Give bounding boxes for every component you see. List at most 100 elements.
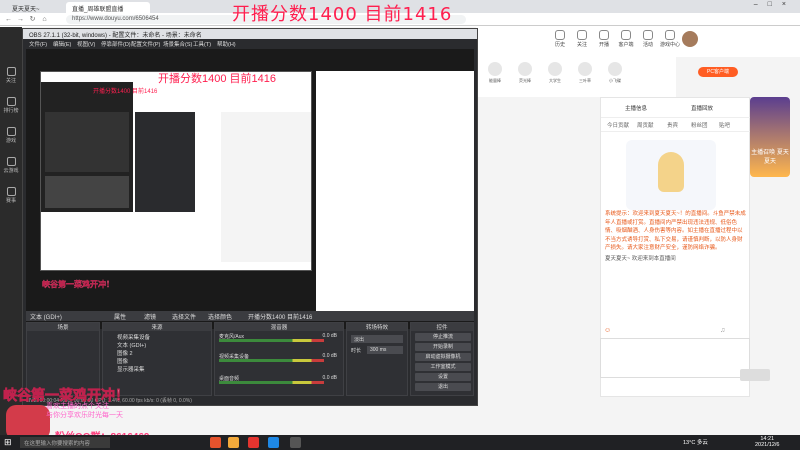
chat-toolbar: ☺ ♫ — [600, 327, 750, 337]
history-button[interactable]: 历史 — [550, 30, 570, 48]
volume-meter[interactable] — [219, 381, 324, 384]
pc-client-button[interactable]: PC客户端 — [698, 67, 738, 77]
virtual-cam-button[interactable]: 启动虚拟摄像机 — [415, 353, 471, 361]
gift-item[interactable]: 小飞碟 — [600, 62, 630, 84]
windows-start-icon[interactable]: ⊞ — [4, 437, 15, 448]
source-item[interactable]: 文本 (GDI+) — [117, 341, 146, 349]
stop-stream-button[interactable]: 停止推流 — [415, 333, 471, 341]
game-center-button[interactable]: 游戏中心 — [660, 30, 680, 48]
sources-header: 来源 — [103, 323, 211, 331]
select-color-button[interactable]: 选择颜色 — [208, 312, 232, 321]
clock[interactable]: 14:21 2021/12/6 — [755, 436, 779, 448]
gift-item[interactable]: 荧光棒 — [510, 62, 540, 84]
volume-meter[interactable] — [219, 339, 324, 342]
nested-preview-inner — [41, 82, 133, 212]
tab-today[interactable]: 今日贡献 — [607, 121, 629, 129]
mascot-figure — [658, 152, 684, 192]
clock-date: 2021/12/6 — [755, 442, 780, 448]
mic-icon[interactable]: ♫ — [720, 327, 725, 334]
home-icon[interactable]: ⌂ — [40, 15, 49, 24]
menu-edit[interactable]: 编辑(E) — [53, 40, 71, 48]
douyu-header: 历史 关注 开播 客户端 活动 游戏中心 — [476, 27, 800, 57]
app-icon[interactable] — [210, 437, 221, 448]
tab-2[interactable]: 直播_周雄联盟直播 — [66, 2, 150, 13]
mixer-header: 混音器 — [215, 323, 343, 331]
avatar[interactable] — [682, 31, 698, 47]
start-record-button[interactable]: 开始录制 — [415, 343, 471, 351]
tab-fans[interactable]: 粉丝团 — [691, 121, 708, 129]
tab-vip[interactable]: 贵宾 — [667, 121, 678, 129]
forward-icon[interactable]: → — [16, 15, 25, 24]
left-nav-follow[interactable]: 关注 — [2, 67, 20, 84]
transitions-header: 转场特效 — [347, 323, 407, 331]
menu-profile[interactable]: 配置文件(P) — [131, 40, 160, 48]
menu-view[interactable]: 视图(V) — [77, 40, 95, 48]
emoji-icon[interactable]: ☺ — [604, 327, 611, 334]
weather-widget[interactable]: 13°C 多云 — [683, 438, 708, 446]
refresh-icon[interactable]: ↻ — [28, 15, 37, 24]
left-nav-game[interactable]: 游戏 — [2, 127, 20, 144]
header-label: 游戏中心 — [660, 42, 681, 48]
duration-input[interactable]: 300 ms — [367, 346, 403, 354]
nested-obs-docks — [135, 112, 195, 212]
activity-icon — [643, 30, 653, 40]
gift-icon — [578, 62, 592, 76]
app-icon[interactable] — [228, 437, 239, 448]
left-nav-events[interactable]: 赛事 — [2, 187, 20, 204]
gift-label: 三叶草 — [579, 78, 591, 83]
obs-menubar: 文件(F) 编辑(E) 视图(V) 停靠部件(D) 配置文件(P) 场景集合(S… — [23, 39, 477, 48]
tab-week[interactable]: 周贡献 — [637, 121, 654, 129]
settings-button[interactable]: 设置 — [415, 373, 471, 381]
studio-mode-button[interactable]: 工作室模式 — [415, 363, 471, 371]
taskbar-search[interactable]: 在这里输入你要搜索的内容 — [20, 437, 110, 448]
nested-preview: 开播分数1400 目前1416 — [40, 71, 312, 271]
tab-anchor-info[interactable]: 主播信息 — [625, 104, 647, 112]
ad-banner[interactable]: 主播召唤 夏天夏天 — [750, 97, 790, 177]
exit-button[interactable]: 退出 — [415, 383, 471, 391]
select-file-button[interactable]: 选择文件 — [172, 312, 196, 321]
broadcast-button[interactable]: 开播 — [594, 30, 614, 48]
left-nav-label: 排行榜 — [3, 108, 19, 114]
app-icon[interactable] — [248, 437, 259, 448]
gift-item[interactable]: 能量棒 — [480, 62, 510, 84]
chat-input[interactable] — [600, 338, 750, 378]
tab-replay[interactable]: 直播回放 — [691, 104, 713, 112]
transition-select[interactable]: 淡出 — [351, 335, 403, 343]
left-nav-rank[interactable]: 排行榜 — [2, 97, 20, 114]
header-label: 活动 — [642, 42, 653, 48]
back-icon[interactable]: ← — [4, 15, 13, 24]
gift-item[interactable]: 三叶草 — [570, 62, 600, 84]
menu-tools[interactable]: 工具(T) — [193, 40, 211, 48]
menu-help[interactable]: 帮助(H) — [217, 40, 236, 48]
gift-item[interactable]: 大学生 — [540, 62, 570, 84]
obs-icon[interactable] — [290, 437, 301, 448]
menu-dock[interactable]: 停靠部件(D) — [101, 40, 131, 48]
obs-titlebar: OBS 27.1.1 (32-bit, windows) - 配置文件：未命名 … — [23, 29, 477, 39]
menu-scene-collection[interactable]: 场景集合(S) — [163, 40, 192, 48]
source-item[interactable]: 图像 — [117, 357, 128, 365]
follow-button[interactable]: 关注 — [572, 30, 592, 48]
activity-button[interactable]: 活动 — [638, 30, 658, 48]
source-item[interactable]: 图像 2 — [117, 349, 133, 357]
properties-button[interactable]: 属性 — [114, 312, 126, 321]
client-button[interactable]: 客户端 — [616, 30, 636, 48]
text-value[interactable]: 开播分数1400 目前1416 — [248, 312, 312, 321]
tab-tieba[interactable]: 贴吧 — [719, 121, 730, 129]
send-button[interactable] — [740, 369, 770, 381]
obs-preview[interactable]: 开播分数1400 目前1416 开播分数1400 目前1416 峡谷第一菜鸡开冲… — [26, 49, 474, 329]
source-item[interactable]: 视频采集设备 — [117, 333, 150, 341]
menu-file[interactable]: 文件(F) — [29, 40, 47, 48]
left-nav-cloudgame[interactable]: 云游戏 — [2, 157, 20, 174]
left-nav-label: 游戏 — [5, 138, 16, 144]
scenes-header: 场景 — [27, 323, 99, 331]
tab-1[interactable]: 夏天夏天~ — [6, 2, 64, 13]
source-item[interactable]: 显示器采集 — [117, 365, 145, 373]
volume-meter[interactable] — [219, 359, 324, 362]
gift-label: 小飞碟 — [609, 78, 621, 83]
gift-icon — [548, 62, 562, 76]
filters-button[interactable]: 滤镜 — [144, 312, 156, 321]
left-nav: 关注 排行榜 游戏 云游戏 赛事 — [0, 27, 22, 435]
edge-icon[interactable] — [268, 437, 279, 448]
obs-window: OBS 27.1.1 (32-bit, windows) - 配置文件：未命名 … — [22, 28, 478, 406]
window-controls[interactable]: –□× — [754, 1, 796, 8]
